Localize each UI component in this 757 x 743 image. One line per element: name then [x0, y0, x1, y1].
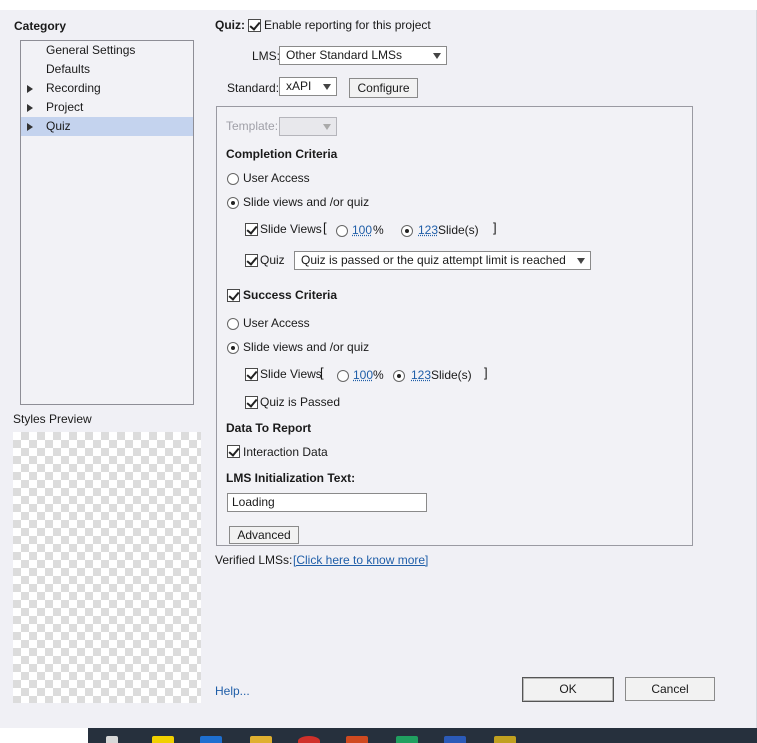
enable-reporting-label: Enable reporting for this project: [264, 18, 431, 32]
taskbar: [0, 728, 757, 743]
percent-unit: %: [373, 223, 384, 237]
success-quiz-passed-checkbox[interactable]: [245, 396, 258, 409]
success-percent-value[interactable]: 100: [353, 368, 373, 382]
tree-item-project[interactable]: Project: [21, 98, 193, 117]
success-slide-views-quiz-radio[interactable]: [227, 342, 239, 354]
template-dropdown: [279, 117, 337, 136]
interaction-data-checkbox[interactable]: [227, 445, 240, 458]
completion-slide-views-checkbox[interactable]: [245, 223, 258, 236]
taskbar-left-area: [0, 728, 88, 743]
completion-quiz-label: Quiz: [260, 253, 285, 267]
quiz-label: Quiz:: [215, 18, 245, 32]
verified-lms-label: Verified LMSs:: [215, 553, 293, 567]
category-heading: Category: [14, 19, 67, 33]
word-icon[interactable]: [444, 736, 466, 743]
tree-item-label: Recording: [46, 81, 101, 95]
lms-init-heading: LMS Initialization Text:: [226, 471, 356, 485]
completion-user-access-radio[interactable]: [227, 173, 239, 185]
success-slides-radio[interactable]: [393, 370, 405, 382]
tree-item-defaults[interactable]: Defaults: [21, 60, 193, 79]
close-bracket: ]: [484, 365, 488, 380]
expand-arrow-icon[interactable]: [27, 123, 33, 131]
completion-slide-views-quiz-label: Slide views and /or quiz: [243, 195, 370, 209]
completion-criteria-heading: Completion Criteria: [226, 147, 338, 161]
ok-button[interactable]: OK: [522, 677, 614, 702]
chevron-down-icon: [323, 84, 331, 90]
tree-item-label: General Settings: [46, 43, 136, 57]
app-icon[interactable]: [494, 736, 516, 743]
standard-label: Standard:: [227, 81, 280, 95]
verified-lms-link[interactable]: [Click here to know more]: [293, 553, 428, 567]
slides-unit: Slide(s): [431, 368, 472, 382]
tree-item-label: Project: [46, 100, 84, 114]
task-view-icon[interactable]: [106, 736, 118, 743]
completion-quiz-value: Quiz is passed or the quiz attempt limit…: [301, 253, 566, 267]
lms-dropdown[interactable]: Other Standard LMSs: [279, 46, 447, 65]
completion-slide-views-quiz-radio[interactable]: [227, 197, 239, 209]
folder-icon[interactable]: [250, 736, 272, 743]
success-slide-views-checkbox[interactable]: [245, 368, 258, 381]
category-tree[interactable]: General Settings Defaults Recording Proj…: [20, 40, 194, 405]
completion-percent-value[interactable]: 100: [352, 223, 372, 237]
lms-label: LMS:: [252, 49, 281, 63]
standard-value: xAPI: [286, 79, 312, 93]
data-to-report-heading: Data To Report: [226, 421, 312, 435]
browser-icon[interactable]: [298, 736, 320, 743]
chevron-down-icon: [323, 124, 331, 130]
success-criteria-checkbox[interactable]: [227, 289, 240, 302]
sticky-notes-icon[interactable]: [152, 736, 174, 743]
open-bracket: [: [320, 365, 324, 380]
tree-item-general-settings[interactable]: General Settings: [21, 41, 193, 60]
percent-unit: %: [373, 368, 384, 382]
expand-arrow-icon[interactable]: [27, 85, 33, 93]
success-quiz-passed-label: Quiz is Passed: [260, 395, 341, 409]
success-criteria-heading: Success Criteria: [243, 288, 338, 302]
terminal-icon[interactable]: [396, 736, 418, 743]
success-slide-views-label: Slide Views: [260, 367, 322, 381]
enable-reporting-checkbox[interactable]: [248, 19, 261, 32]
completion-slides-value[interactable]: 123: [418, 223, 438, 237]
success-user-access-radio[interactable]: [227, 318, 239, 330]
completion-quiz-dropdown[interactable]: Quiz is passed or the quiz attempt limit…: [294, 251, 591, 270]
styles-preview-area: [13, 432, 201, 703]
lms-value: Other Standard LMSs: [286, 48, 403, 62]
template-label: Template:: [226, 119, 279, 133]
tree-item-recording[interactable]: Recording: [21, 79, 193, 98]
open-bracket: [: [323, 220, 327, 235]
help-link[interactable]: Help...: [215, 684, 250, 698]
interaction-data-label: Interaction Data: [243, 445, 328, 459]
chevron-down-icon: [433, 53, 441, 59]
tree-item-label: Defaults: [46, 62, 91, 76]
completion-slides-radio[interactable]: [401, 225, 413, 237]
office-icon[interactable]: [346, 736, 368, 743]
success-slides-value[interactable]: 123: [411, 368, 431, 382]
expand-arrow-icon[interactable]: [27, 104, 33, 112]
completion-slide-views-label: Slide Views: [260, 222, 322, 236]
slides-unit: Slide(s): [438, 223, 479, 237]
completion-percent-radio[interactable]: [336, 225, 348, 237]
cancel-button[interactable]: Cancel: [625, 677, 715, 701]
close-bracket: ]: [493, 220, 497, 235]
reporting-options-group: Template: Completion Criteria User Acces…: [216, 106, 693, 546]
lms-init-text-input[interactable]: Loading: [227, 493, 427, 512]
completion-quiz-checkbox[interactable]: [245, 254, 258, 267]
preferences-dialog: Category General Settings Defaults Recor…: [0, 10, 757, 728]
success-percent-radio[interactable]: [337, 370, 349, 382]
standard-dropdown[interactable]: xAPI: [279, 77, 337, 96]
advanced-button[interactable]: Advanced: [229, 526, 299, 544]
window-top-strip: [0, 0, 757, 10]
tree-item-label: Quiz: [46, 119, 71, 133]
styles-preview-label: Styles Preview: [13, 412, 92, 426]
tree-item-quiz[interactable]: Quiz: [21, 117, 193, 136]
success-slide-views-quiz-label: Slide views and /or quiz: [243, 340, 370, 354]
completion-user-access-label: User Access: [243, 171, 310, 185]
store-icon[interactable]: [200, 736, 222, 743]
configure-button[interactable]: Configure: [349, 78, 418, 98]
chevron-down-icon: [577, 258, 585, 264]
success-user-access-label: User Access: [243, 316, 310, 330]
